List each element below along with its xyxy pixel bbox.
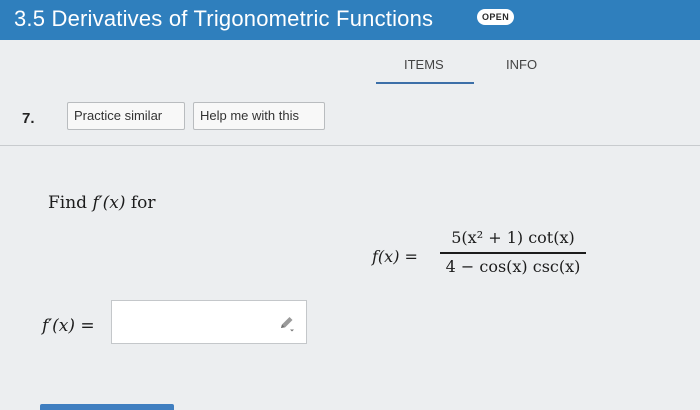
function-fraction: 5(x² + 1) cot(x) 4 − cos(x) csc(x)	[440, 228, 586, 276]
pencil-icon[interactable]	[278, 314, 296, 332]
question-number: 7.	[22, 110, 35, 127]
fraction-denominator: 4 − cos(x) csc(x)	[445, 256, 581, 276]
answer-label: f′(x) =	[42, 316, 95, 336]
tab-bar: ITEMS INFO	[0, 40, 700, 95]
fraction-bar	[440, 252, 586, 254]
fraction-numerator: 5(x² + 1) cot(x)	[451, 228, 575, 247]
practice-similar-button[interactable]: Practice similar	[67, 102, 185, 130]
status-badge: OPEN	[477, 9, 515, 25]
answer-input[interactable]	[111, 300, 307, 344]
tab-info[interactable]: INFO	[506, 57, 537, 72]
question-prompt: Find f′(x) for	[48, 193, 156, 213]
function-lhs: f(x) =	[372, 247, 418, 266]
submit-button-edge[interactable]	[40, 404, 174, 410]
page-title: 3.5 Derivatives of Trigonometric Functio…	[14, 6, 434, 31]
tab-items[interactable]: ITEMS	[404, 57, 444, 72]
prompt-find-text: Find	[48, 193, 93, 213]
active-tab-indicator	[376, 82, 474, 84]
prompt-derivative: f′(x)	[92, 193, 126, 213]
divider	[0, 145, 700, 146]
app-header: 3.5 Derivatives of Trigonometric Functio…	[0, 0, 700, 40]
prompt-for-text: for	[125, 193, 156, 213]
help-me-button[interactable]: Help me with this	[193, 102, 325, 130]
